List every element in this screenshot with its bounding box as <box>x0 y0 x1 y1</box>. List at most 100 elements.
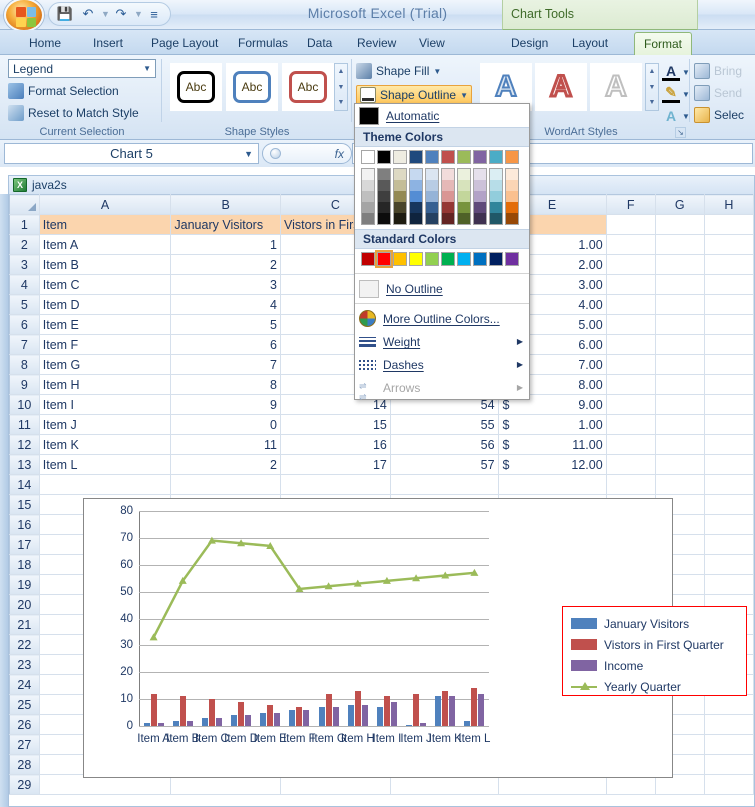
standard-colors-row[interactable] <box>355 249 529 270</box>
theme-shade-6-3[interactable] <box>458 202 470 213</box>
format-selection-button[interactable]: Format Selection <box>8 83 119 99</box>
cell-F5[interactable] <box>606 294 656 315</box>
legend-item-3[interactable]: Yearly Quarter <box>571 676 746 697</box>
scroll-up-icon[interactable]: ▲ <box>338 64 345 79</box>
cell-G12[interactable] <box>655 434 705 455</box>
cell-A1[interactable]: Item <box>39 214 172 235</box>
standard-color-3[interactable] <box>409 252 423 266</box>
theme-shade-4-4[interactable] <box>426 213 438 224</box>
row-header-28[interactable]: 28 <box>9 754 40 775</box>
select-all-corner[interactable] <box>9 194 40 215</box>
theme-color-7[interactable] <box>473 150 487 164</box>
bar-2-8[interactable] <box>390 701 397 726</box>
theme-shade-1-2[interactable] <box>378 191 390 202</box>
theme-shade-6-1[interactable] <box>458 180 470 191</box>
tab-review[interactable]: Review <box>348 32 405 55</box>
bar-0-9[interactable] <box>406 725 413 726</box>
bar-1-6[interactable] <box>325 693 332 726</box>
shape-style-thumb-3[interactable]: Abc <box>282 63 334 111</box>
text-fill-button[interactable]: A ▼ <box>662 63 690 81</box>
cell-B7[interactable]: 6 <box>170 334 281 355</box>
cell-C13[interactable]: 17 <box>280 454 391 475</box>
chevron-down-icon[interactable]: ▼ <box>244 149 253 159</box>
cell-A6[interactable]: Item E <box>39 314 172 335</box>
theme-shade-5-0[interactable] <box>442 169 454 180</box>
cell-H16[interactable] <box>704 514 754 535</box>
theme-shade-column-0[interactable] <box>361 168 375 225</box>
cell-H13[interactable] <box>704 454 754 475</box>
cell-F9[interactable] <box>606 374 656 395</box>
wordart-styles-scroll[interactable]: ▲ ▼ ▼ <box>645 63 659 111</box>
tab-view[interactable]: View <box>410 32 454 55</box>
cell-C12[interactable]: 16 <box>280 434 391 455</box>
theme-shade-4-0[interactable] <box>426 169 438 180</box>
bar-2-11[interactable] <box>478 693 485 726</box>
cell-A7[interactable]: Item F <box>39 334 172 355</box>
theme-shade-column-7[interactable] <box>473 168 487 225</box>
cell-H4[interactable] <box>704 274 754 295</box>
scroll-more-icon[interactable]: ▼ <box>338 95 345 110</box>
send-to-back-button[interactable]: Send <box>694 85 742 101</box>
bar-1-7[interactable] <box>354 691 361 726</box>
cancel-icon[interactable] <box>270 148 281 159</box>
row-header-20[interactable]: 20 <box>9 594 40 615</box>
theme-shade-4-2[interactable] <box>426 191 438 202</box>
bar-0-5[interactable] <box>289 709 296 726</box>
theme-color-8[interactable] <box>489 150 503 164</box>
cell-A11[interactable]: Item J <box>39 414 172 435</box>
theme-shade-8-3[interactable] <box>490 202 502 213</box>
bar-0-8[interactable] <box>376 707 383 726</box>
cell-H1[interactable] <box>704 214 754 235</box>
cell-F8[interactable] <box>606 354 656 375</box>
theme-shade-2-0[interactable] <box>394 169 406 180</box>
cell-B5[interactable]: 4 <box>170 294 281 315</box>
chart-element-selector[interactable]: Legend ▼ <box>8 59 156 78</box>
theme-shade-column-5[interactable] <box>441 168 455 225</box>
menu-item-weight[interactable]: Weight ▶ <box>355 330 529 353</box>
bar-1-10[interactable] <box>442 691 449 726</box>
theme-shade-3-4[interactable] <box>410 213 422 224</box>
scroll-down-icon[interactable]: ▼ <box>338 80 345 95</box>
cell-F6[interactable] <box>606 314 656 335</box>
cell-A10[interactable]: Item I <box>39 394 172 415</box>
standard-color-8[interactable] <box>489 252 503 266</box>
cell-G2[interactable] <box>655 234 705 255</box>
bar-1-3[interactable] <box>238 701 245 726</box>
bar-2-7[interactable] <box>361 704 368 726</box>
theme-shade-2-1[interactable] <box>394 180 406 191</box>
cell-H19[interactable] <box>704 574 754 595</box>
bar-2-9[interactable] <box>420 723 427 726</box>
standard-color-7[interactable] <box>473 252 487 266</box>
chart-plot-area[interactable]: 0 10 20 30 40 50 60 70 80 Item A Item B Item C Item… <box>120 505 490 745</box>
theme-shade-8-4[interactable] <box>490 213 502 224</box>
row-header-17[interactable]: 17 <box>9 534 40 555</box>
row-header-15[interactable]: 15 <box>9 494 40 515</box>
theme-shade-1-4[interactable] <box>378 213 390 224</box>
bar-0-10[interactable] <box>435 696 442 726</box>
standard-color-2[interactable] <box>393 252 407 266</box>
row-header-19[interactable]: 19 <box>9 574 40 595</box>
cell-G5[interactable] <box>655 294 705 315</box>
bar-1-4[interactable] <box>267 704 274 726</box>
cell-H15[interactable] <box>704 494 754 515</box>
standard-color-4[interactable] <box>425 252 439 266</box>
tab-data[interactable]: Data <box>298 32 341 55</box>
cell-H9[interactable] <box>704 374 754 395</box>
cell-F10[interactable] <box>606 394 656 415</box>
theme-color-2[interactable] <box>393 150 407 164</box>
standard-color-6[interactable] <box>457 252 471 266</box>
theme-shade-column-6[interactable] <box>457 168 471 225</box>
cell-G4[interactable] <box>655 274 705 295</box>
bar-2-4[interactable] <box>274 712 281 726</box>
cell-H5[interactable] <box>704 294 754 315</box>
cell-G7[interactable] <box>655 334 705 355</box>
row-header-14[interactable]: 14 <box>9 474 40 495</box>
bring-to-front-button[interactable]: Bring <box>694 63 742 79</box>
bar-2-10[interactable] <box>449 696 456 726</box>
row-header-6[interactable]: 6 <box>9 314 40 335</box>
reset-to-match-style-button[interactable]: Reset to Match Style <box>8 105 139 121</box>
bar-1-0[interactable] <box>150 693 157 726</box>
theme-color-6[interactable] <box>457 150 471 164</box>
cell-G13[interactable] <box>655 454 705 475</box>
theme-color-9[interactable] <box>505 150 519 164</box>
